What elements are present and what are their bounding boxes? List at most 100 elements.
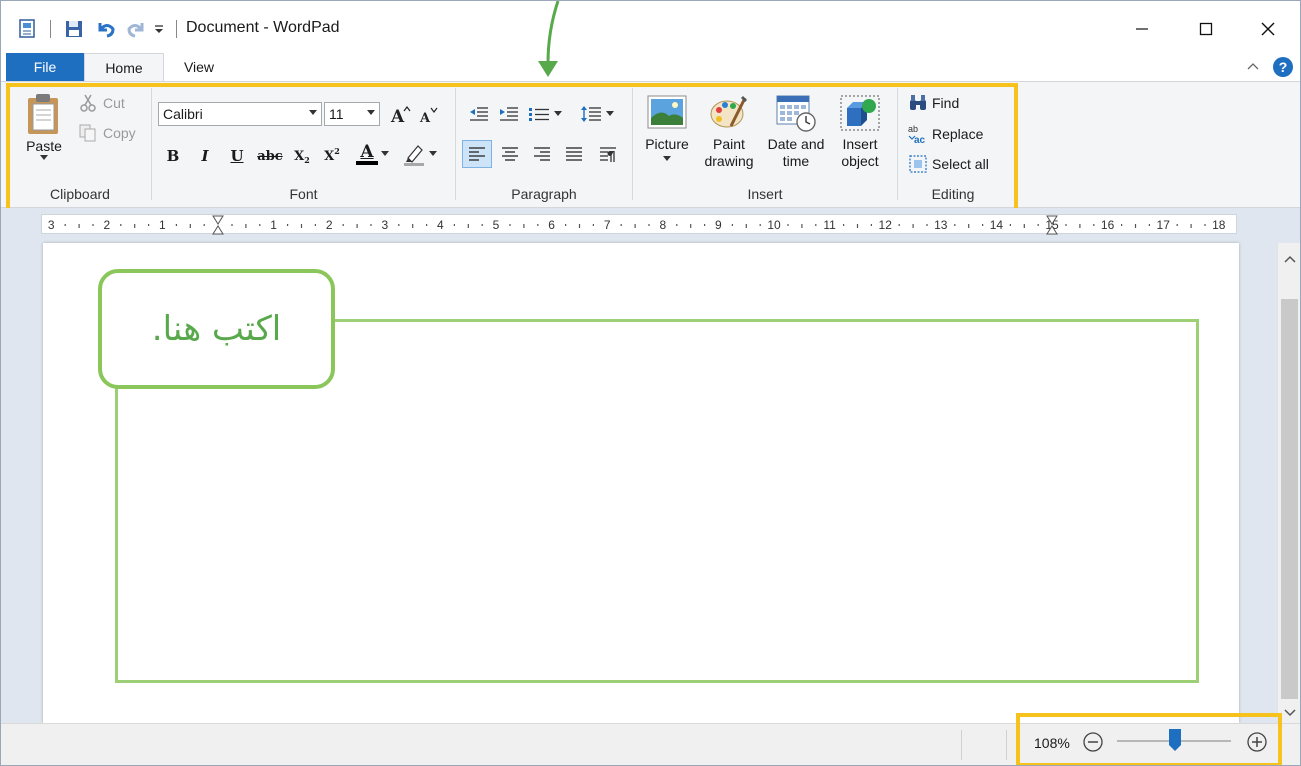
increase-indent-icon xyxy=(500,107,518,121)
align-left-button[interactable] xyxy=(462,140,492,168)
ruler-tick xyxy=(648,224,650,226)
ruler-label: 11 xyxy=(823,218,836,232)
datetime-label-line1: Date and xyxy=(767,136,825,152)
save-icon[interactable] xyxy=(61,15,87,43)
ruler[interactable]: 3 2 1 1 2 3 4 5 6 7 8 9 10 11 12 13 14 15 16 17 18 xyxy=(41,214,1237,235)
ruler-label: 12 xyxy=(879,218,893,232)
superscript-button[interactable]: X2 xyxy=(320,144,344,168)
line-spacing-chevron-down-icon xyxy=(606,111,614,116)
insert-object-button[interactable]: Insert object xyxy=(833,94,887,170)
select-all-button[interactable]: Select all xyxy=(908,154,989,174)
ruler-label: 5 xyxy=(493,218,500,232)
paint-drawing-button[interactable]: Paint drawing xyxy=(699,94,759,170)
font-size-select[interactable]: 11 xyxy=(324,102,380,126)
ruler-tick xyxy=(1037,224,1039,226)
window-title: Document - WordPad xyxy=(186,19,340,36)
svg-text:ac: ac xyxy=(914,135,926,144)
date-and-time-button[interactable]: Date and time xyxy=(761,94,831,170)
ruler-tick xyxy=(801,224,803,228)
ruler-label: 16 xyxy=(1101,218,1115,232)
datetime-label-line2: time xyxy=(782,153,810,169)
tab-home[interactable]: Home xyxy=(84,53,164,81)
ruler-tick xyxy=(759,224,761,226)
title-bar: Document - WordPad xyxy=(1,1,1300,53)
zoom-in-button[interactable] xyxy=(1246,731,1268,753)
copy-label: Copy xyxy=(103,125,136,141)
justify-button[interactable] xyxy=(560,140,588,168)
copy-button[interactable]: Copy xyxy=(79,124,136,142)
paragraph-settings-button[interactable] xyxy=(594,140,622,168)
cut-label: Cut xyxy=(103,95,125,111)
ruler-label: 4 xyxy=(437,218,444,232)
ruler-tick xyxy=(1190,224,1192,228)
shrink-font-icon: A xyxy=(419,107,438,125)
vertical-scrollbar[interactable] xyxy=(1277,243,1300,723)
clipboard-group: Paste Cut Copy Clipboard xyxy=(9,82,151,208)
tab-file[interactable]: File xyxy=(6,53,84,81)
ruler-tick xyxy=(509,224,511,226)
superscript-mark: 2 xyxy=(334,146,340,156)
minimize-button[interactable] xyxy=(1119,11,1165,47)
minimize-ribbon-icon[interactable] xyxy=(1246,59,1260,76)
undo-icon[interactable] xyxy=(93,15,119,43)
ruler-tick xyxy=(64,224,66,226)
calendar-clock-icon xyxy=(776,95,816,132)
bullets-button[interactable] xyxy=(528,102,568,126)
grow-font-button[interactable]: A xyxy=(388,103,412,127)
underline-button[interactable]: U xyxy=(226,144,248,168)
left-indent-marker-icon[interactable] xyxy=(212,215,224,235)
close-button[interactable] xyxy=(1245,11,1291,47)
italic-button[interactable]: I xyxy=(194,144,216,168)
object-label-line2: object xyxy=(841,153,879,169)
cut-button[interactable]: Cut xyxy=(79,94,125,112)
scroll-up-icon[interactable] xyxy=(1284,251,1296,267)
increase-indent-button[interactable] xyxy=(496,102,522,126)
quick-access-separator xyxy=(47,15,53,43)
align-right-button[interactable] xyxy=(528,140,556,168)
ruler-tick xyxy=(453,224,455,226)
bold-button[interactable]: B xyxy=(162,144,184,168)
subscript-mark: 2 xyxy=(304,155,310,165)
text-color-swatch xyxy=(356,161,378,165)
paste-button[interactable]: Paste xyxy=(19,92,69,161)
highlight-color-button[interactable] xyxy=(402,140,442,168)
zoom-out-button[interactable] xyxy=(1082,731,1104,753)
insert-object-icon xyxy=(840,95,880,131)
decrease-indent-button[interactable] xyxy=(466,102,492,126)
customize-quick-access-icon[interactable] xyxy=(151,15,167,43)
find-button[interactable]: Find xyxy=(908,94,959,112)
text-color-glyph: A xyxy=(360,142,374,162)
insert-group-label: Insert xyxy=(747,186,783,202)
line-spacing-button[interactable] xyxy=(580,102,620,126)
ruler-label: 1 xyxy=(270,218,277,232)
ruler-label: 2 xyxy=(326,218,333,232)
text-color-button[interactable]: A xyxy=(356,140,392,168)
ruler-label: 17 xyxy=(1157,218,1171,232)
picture-button[interactable]: Picture xyxy=(639,94,695,162)
ruler-tick xyxy=(982,224,984,226)
zoom-level[interactable]: 108% xyxy=(1034,735,1070,751)
ruler-tick xyxy=(704,224,706,226)
replace-button[interactable]: ab ac Replace xyxy=(908,124,983,144)
bullets-chevron-down-icon xyxy=(554,111,562,116)
redo-icon[interactable] xyxy=(123,15,149,43)
wordpad-app-icon[interactable] xyxy=(15,15,41,43)
subscript-button[interactable]: X2 xyxy=(290,144,314,168)
ruler-tick xyxy=(690,224,692,228)
ruler-tick xyxy=(856,224,859,228)
svg-text:A: A xyxy=(390,107,405,125)
align-center-button[interactable] xyxy=(496,140,524,168)
scroll-down-icon[interactable] xyxy=(1284,705,1296,721)
ruler-tick xyxy=(968,224,970,228)
shrink-font-button[interactable]: A xyxy=(416,103,440,127)
maximize-button[interactable] xyxy=(1183,11,1229,47)
font-family-select[interactable]: Calibri xyxy=(158,102,322,126)
strikethrough-button[interactable]: abc xyxy=(256,144,284,168)
scissors-icon xyxy=(80,94,96,112)
scrollbar-thumb[interactable] xyxy=(1281,299,1298,699)
tab-view[interactable]: View xyxy=(166,53,232,81)
zoom-slider-thumb[interactable] xyxy=(1169,729,1181,751)
ruler-label: 9 xyxy=(715,218,722,232)
find-label: Find xyxy=(932,95,960,111)
help-icon[interactable]: ? xyxy=(1272,56,1294,81)
